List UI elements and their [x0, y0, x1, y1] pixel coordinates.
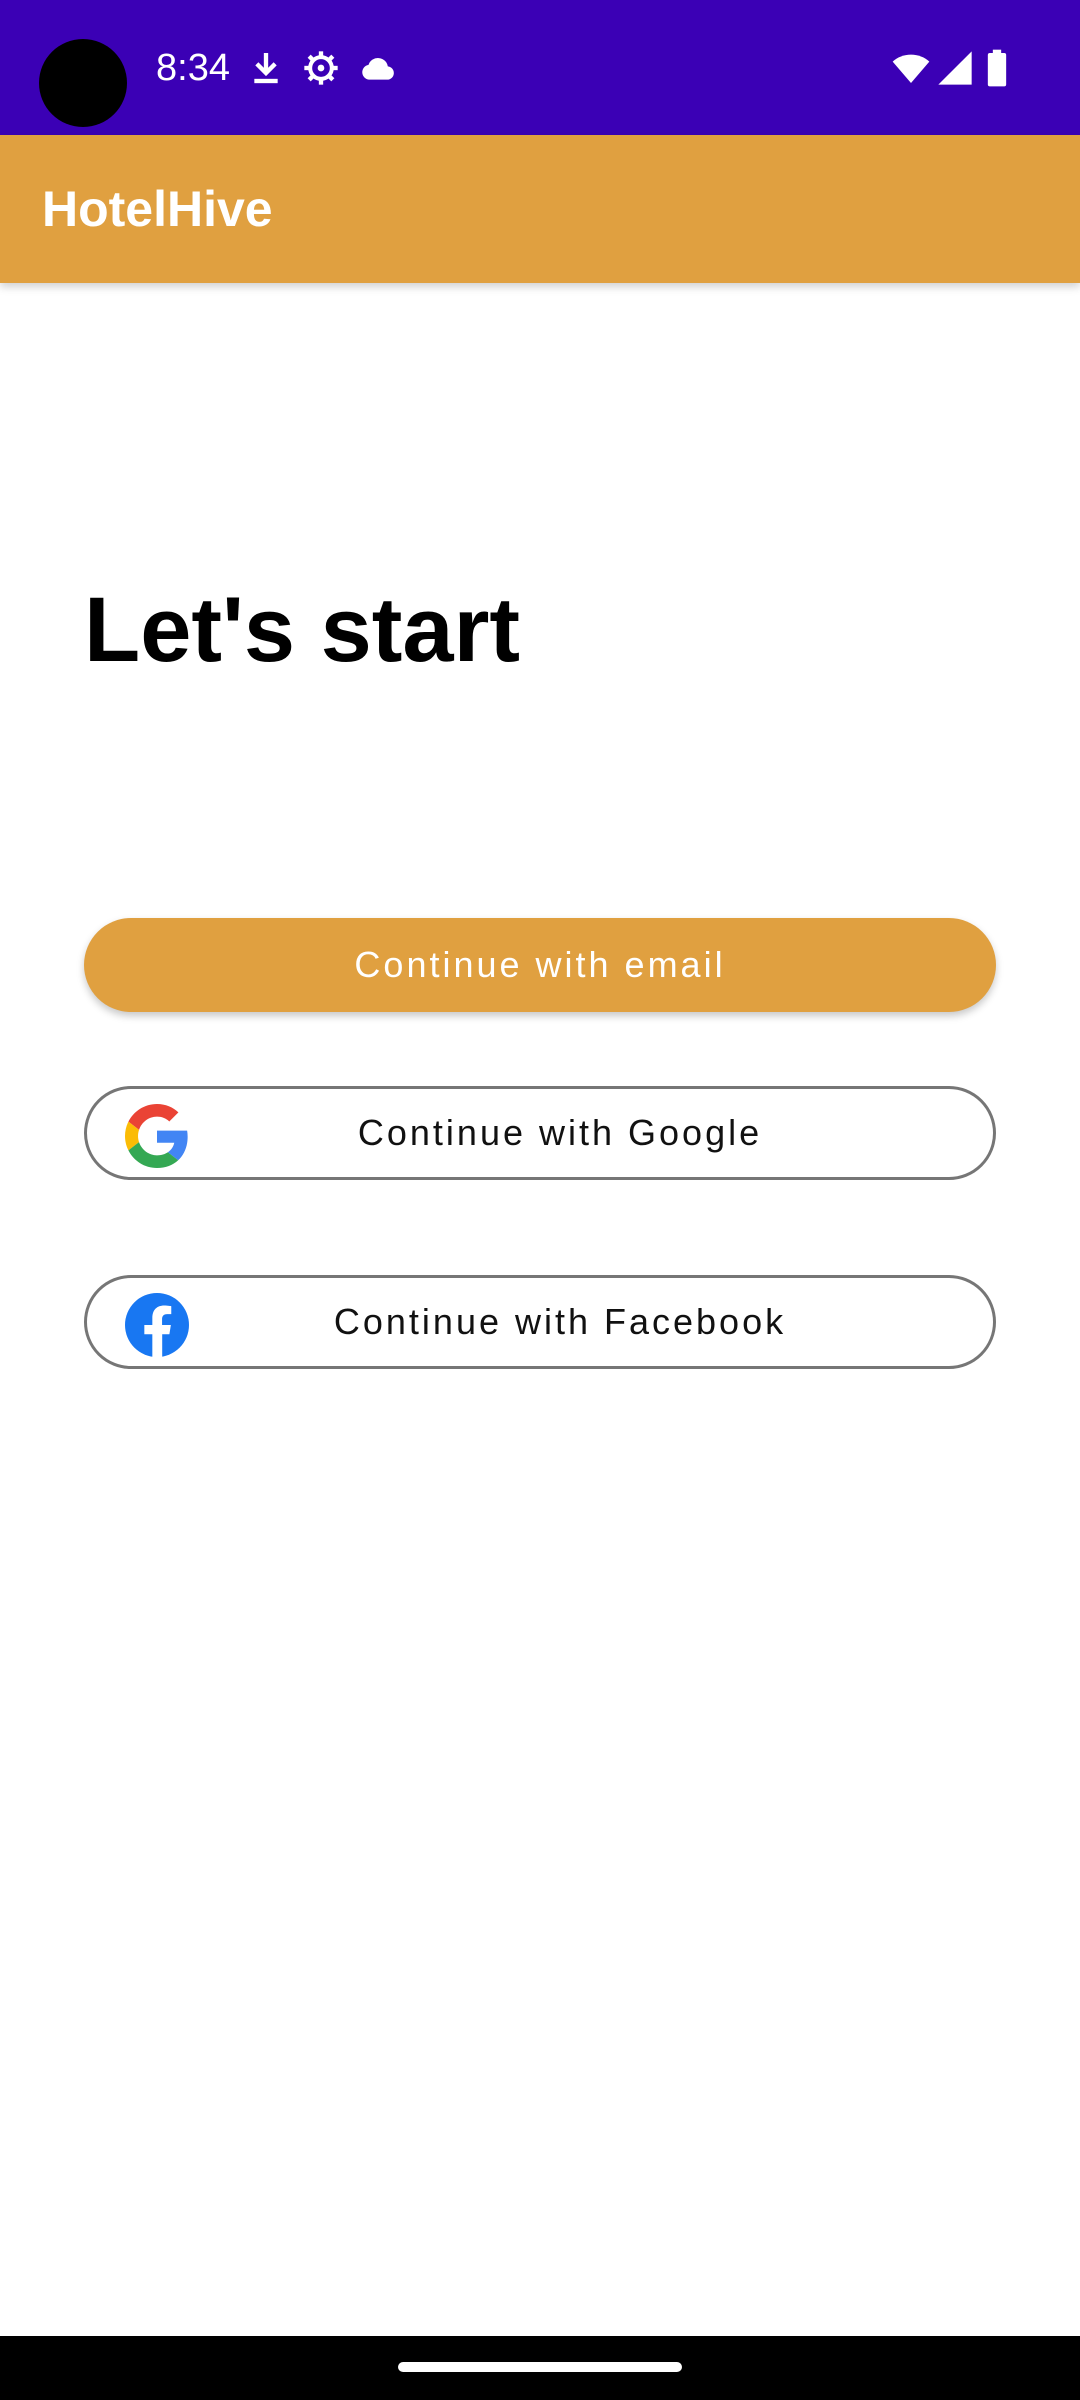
status-bar: 8:34: [0, 0, 1080, 135]
continue-with-facebook-button[interactable]: Continue with Facebook: [84, 1275, 996, 1369]
download-icon: [246, 48, 286, 88]
email-button-label: Continue with email: [354, 944, 726, 985]
google-icon: [125, 1104, 189, 1168]
wifi-icon: [890, 48, 932, 88]
status-time: 8:34: [156, 47, 230, 89]
facebook-button-label: Continue with Facebook: [333, 1301, 787, 1342]
app-bar: HotelHive: [0, 135, 1080, 283]
page-title: Let's start: [84, 579, 521, 681]
continue-with-email-button[interactable]: Continue with email: [84, 918, 996, 1012]
google-button-label: Continue with Google: [357, 1112, 763, 1153]
screen: 8:34 HotelHive Let's start Continue with…: [0, 0, 1080, 2400]
battery-icon: [982, 48, 1012, 88]
signal-icon: [935, 48, 975, 88]
facebook-icon: [125, 1293, 189, 1357]
app-title: HotelHive: [42, 181, 273, 237]
cloud-icon: [358, 48, 398, 88]
settings-icon: [301, 48, 341, 88]
home-indicator[interactable]: [398, 2362, 682, 2372]
camera-cutout: [39, 39, 127, 127]
continue-with-google-button[interactable]: Continue with Google: [84, 1086, 996, 1180]
